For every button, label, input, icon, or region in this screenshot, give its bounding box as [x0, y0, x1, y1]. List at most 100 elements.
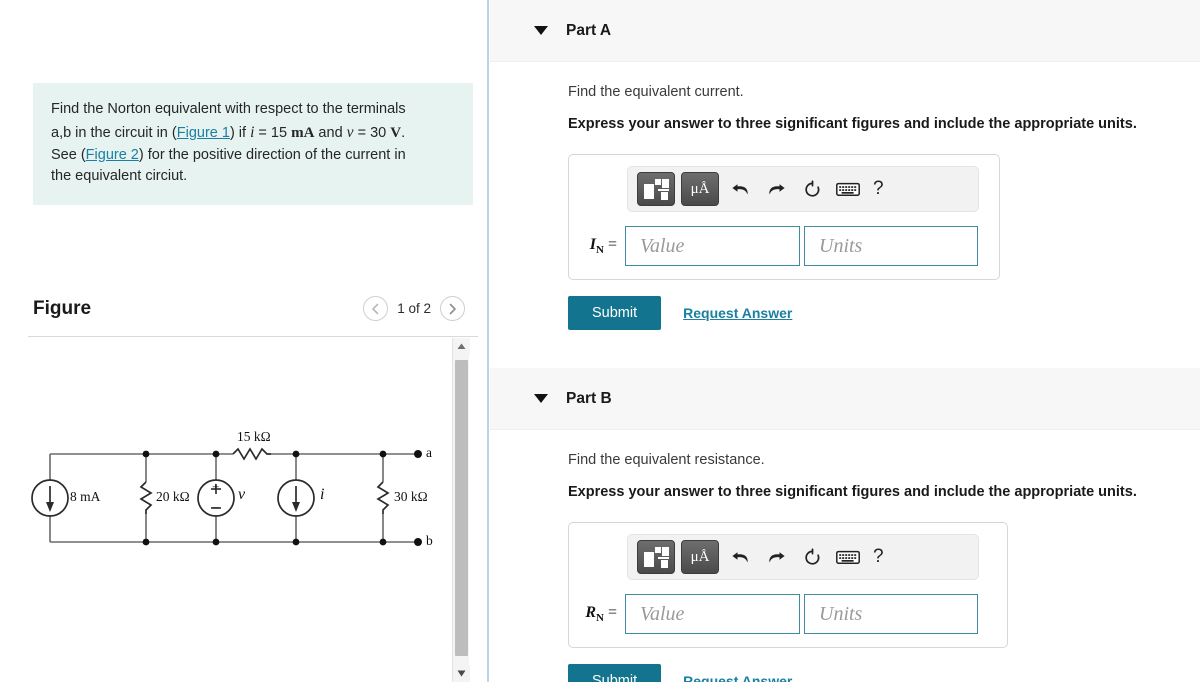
- problem-line-2-prefix: a,b in the circuit in (: [51, 124, 177, 141]
- problem-line-1: Find the Norton equivalent with respect …: [51, 101, 406, 117]
- part-a-body: Find the equivalent current. Express you…: [490, 62, 1200, 330]
- figure-divider: [28, 336, 478, 337]
- resistor-15k-symbol: [232, 447, 271, 461]
- part-b-math-toolbar: μÅ ?: [627, 534, 979, 580]
- reset-button[interactable]: [797, 542, 827, 572]
- column-divider: [487, 0, 489, 682]
- redo-arrow-icon: [768, 551, 785, 563]
- circuit-diagram: 8 mA 20 kΩ v + − i 15 kΩ 30 kΩ a b: [28, 429, 433, 563]
- math-template-button[interactable]: [637, 172, 675, 206]
- figure-page-label: 1 of 2: [397, 301, 431, 316]
- units-icon-label: μÅ: [690, 548, 710, 565]
- problem-line-3-prefix: See (: [51, 146, 86, 163]
- keyboard-button[interactable]: [833, 174, 863, 204]
- part-b-instruction: Express your answer to three significant…: [568, 484, 1137, 500]
- part-a-variable-label: IN =: [581, 236, 625, 256]
- part-a-units-placeholder: Units: [819, 234, 863, 257]
- sentence-period: .: [401, 124, 406, 141]
- right-panel: Part A Find the equivalent current. Expr…: [490, 0, 1200, 682]
- label-15k: 15 kΩ: [237, 429, 271, 444]
- reset-button[interactable]: [797, 174, 827, 204]
- part-b-units-input[interactable]: Units: [804, 594, 978, 634]
- figure-scrollbar[interactable]: [452, 338, 470, 682]
- part-b-field-row: RN = Value Units: [581, 594, 995, 634]
- undo-arrow-icon: [731, 183, 748, 195]
- keyboard-icon: [836, 182, 860, 196]
- part-b-units-placeholder: Units: [819, 602, 863, 625]
- part-a-header[interactable]: Part A: [490, 0, 1200, 62]
- undo-button[interactable]: [725, 174, 755, 204]
- caret-down-icon[interactable]: [534, 394, 548, 403]
- resistor-30k-symbol: [376, 481, 390, 514]
- label-minus-sign: −: [212, 500, 220, 515]
- figure-viewport: 8 mA 20 kΩ v + − i 15 kΩ 30 kΩ a b: [0, 338, 452, 682]
- help-button[interactable]: ?: [869, 546, 884, 568]
- part-a-submit-button[interactable]: Submit: [568, 296, 662, 330]
- problem-line-2-mid: ) if: [229, 124, 251, 141]
- redo-button[interactable]: [761, 542, 791, 572]
- part-b-variable-symbol: R: [585, 603, 597, 621]
- chevron-left-icon: [372, 303, 379, 314]
- label-terminal-a: a: [426, 445, 432, 460]
- part-a-value-input[interactable]: Value: [625, 226, 800, 266]
- caret-down-icon[interactable]: [534, 26, 548, 35]
- part-b-submit-button[interactable]: Submit: [568, 664, 662, 682]
- part-a-value-placeholder: Value: [640, 234, 685, 257]
- part-b-section: Part B Find the equivalent resistance. E…: [490, 368, 1200, 682]
- part-b-header[interactable]: Part B: [490, 368, 1200, 430]
- part-b-answer-box: μÅ ? RN = Value Units: [568, 522, 1008, 648]
- label-20k: 20 kΩ: [156, 489, 190, 504]
- units-button[interactable]: μÅ: [681, 172, 719, 206]
- figure-header: Figure 1 of 2: [33, 296, 473, 330]
- equals-30: = 30: [353, 124, 391, 141]
- figure-pager: 1 of 2: [363, 296, 465, 321]
- part-a-section: Part A Find the equivalent current. Expr…: [490, 0, 1200, 330]
- chevron-right-icon: [449, 303, 456, 314]
- part-b-actions: Submit Request Answer: [568, 664, 1200, 682]
- part-a-units-input[interactable]: Units: [804, 226, 978, 266]
- left-panel: Find the Norton equivalent with respect …: [0, 0, 488, 682]
- part-a-answer-box: μÅ ? IN = Value Units: [568, 154, 1000, 280]
- part-a-variable-subscript: N: [596, 244, 604, 257]
- undo-button[interactable]: [725, 542, 755, 572]
- label-terminal-b: b: [426, 533, 433, 548]
- part-b-title: Part B: [566, 389, 612, 407]
- unit-milliamp: mA: [291, 124, 315, 141]
- reset-circular-arrow-icon: [804, 179, 819, 197]
- figure-prev-button[interactable]: [363, 296, 389, 321]
- triangle-up-icon: [457, 343, 466, 349]
- figure-next-button[interactable]: [440, 296, 465, 321]
- undo-arrow-icon: [731, 551, 748, 563]
- keyboard-button[interactable]: [833, 542, 863, 572]
- scrollbar-down-button[interactable]: [453, 665, 470, 682]
- part-a-prompt: Find the equivalent current.: [568, 84, 744, 100]
- page-root: Find the Norton equivalent with respect …: [0, 0, 1200, 682]
- redo-button[interactable]: [761, 174, 791, 204]
- label-plus-sign: +: [212, 479, 220, 494]
- part-b-request-answer-link[interactable]: Request Answer: [683, 673, 792, 682]
- math-template-icon: [644, 178, 669, 200]
- part-b-body: Find the equivalent resistance. Express …: [490, 430, 1200, 682]
- math-template-icon: [644, 546, 669, 568]
- part-b-value-placeholder: Value: [640, 602, 685, 625]
- figure-title: Figure: [33, 298, 92, 319]
- units-button[interactable]: μÅ: [681, 540, 719, 574]
- label-8ma: 8 mA: [70, 489, 101, 504]
- unit-volt: V: [390, 124, 402, 141]
- figure-2-link[interactable]: Figure 2: [86, 147, 139, 163]
- label-30k: 30 kΩ: [394, 489, 428, 504]
- math-template-button[interactable]: [637, 540, 675, 574]
- figure-1-link[interactable]: Figure 1: [177, 125, 230, 141]
- scrollbar-thumb[interactable]: [455, 360, 468, 656]
- part-a-request-answer-link[interactable]: Request Answer: [683, 305, 792, 321]
- redo-arrow-icon: [768, 183, 785, 195]
- problem-line-4: the equivalent circiut.: [51, 168, 188, 185]
- part-a-title: Part A: [566, 21, 612, 39]
- scrollbar-up-button[interactable]: [453, 338, 470, 355]
- help-button[interactable]: ?: [869, 178, 884, 200]
- part-a-variable-equals: =: [603, 235, 617, 253]
- part-b-value-input[interactable]: Value: [625, 594, 800, 634]
- units-icon-label: μÅ: [690, 180, 710, 197]
- part-a-instruction: Express your answer to three significant…: [568, 116, 1137, 132]
- part-a-field-row: IN = Value Units: [581, 226, 987, 266]
